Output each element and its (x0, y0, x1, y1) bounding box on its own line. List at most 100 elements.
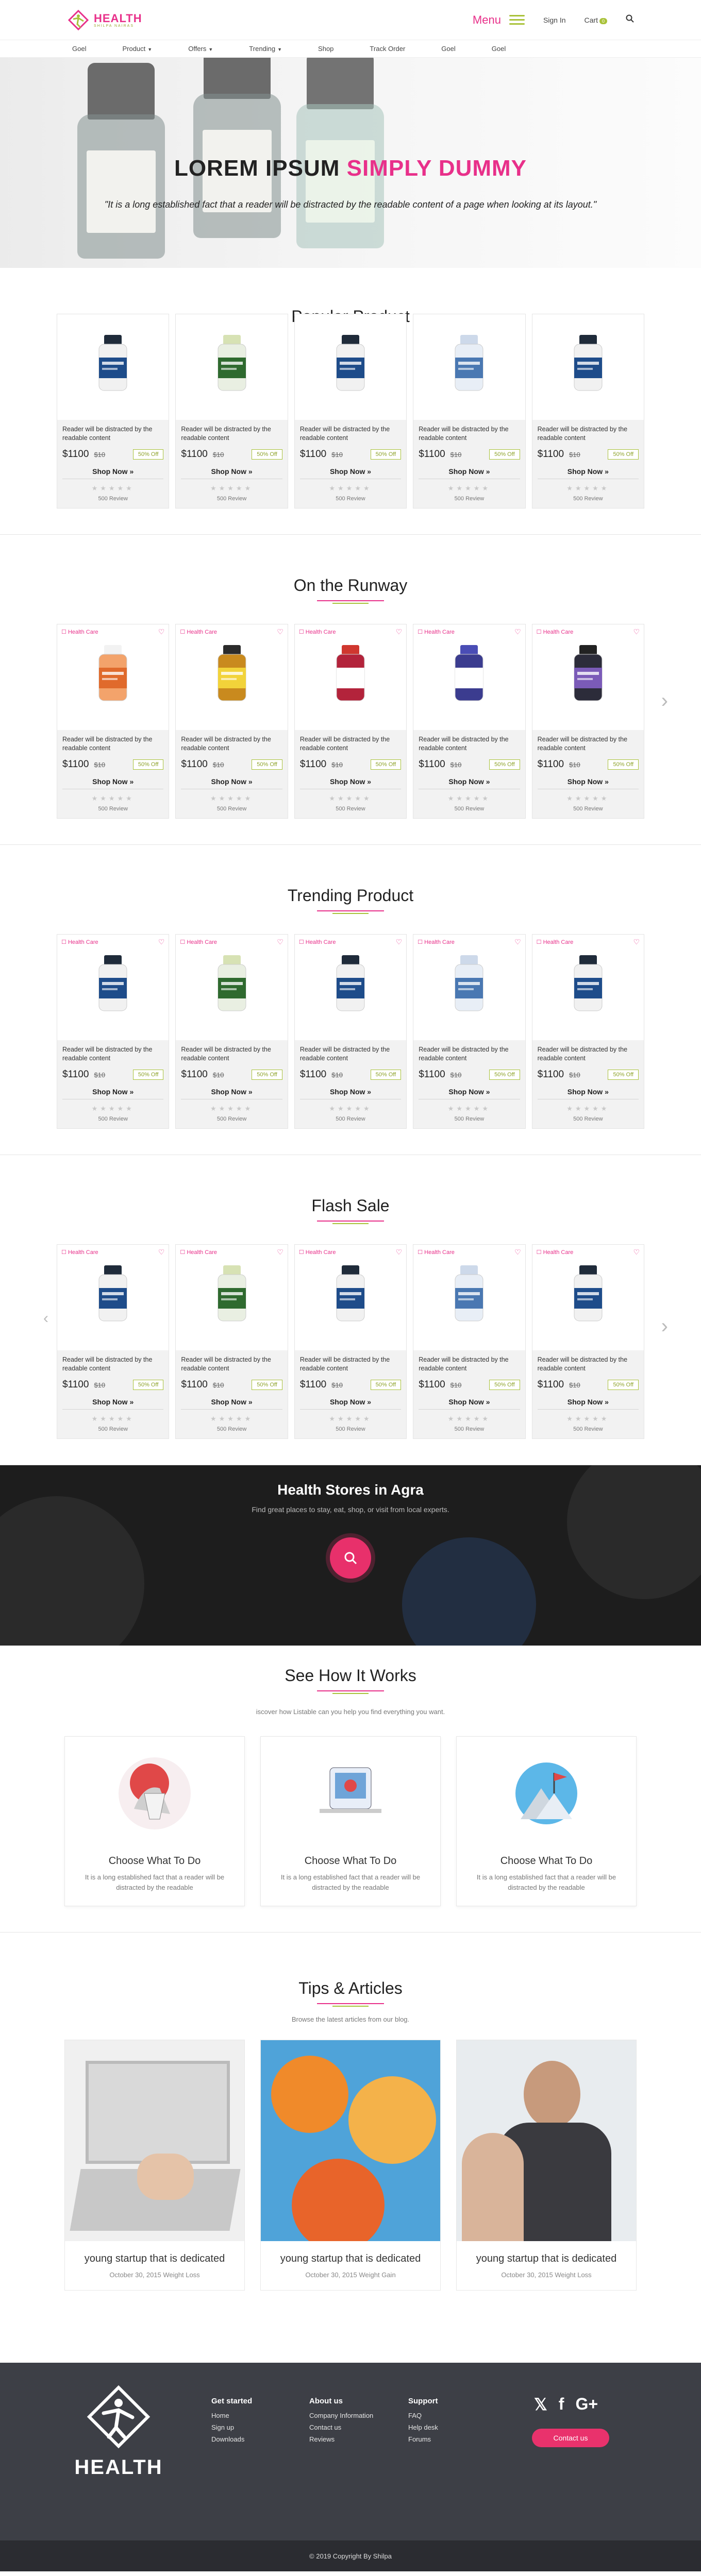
product-card[interactable]: ☐ Health Care ♡ Reader will be distracted … (531, 934, 645, 1129)
how-card[interactable]: Choose What To Do It is a long establishe… (64, 1736, 245, 1906)
article-card[interactable]: young startup that is dedicated October 3… (260, 2040, 441, 2291)
footer-link[interactable]: Home (211, 2412, 252, 2419)
product-card[interactable]: ☐ Health Care ♡ Reader will be distracted … (57, 624, 170, 819)
heart-icon[interactable]: ♡ (514, 938, 521, 946)
footer-logo[interactable]: HEALTH (67, 2383, 170, 2479)
product-card[interactable]: ☐ Health Care ♡ Reader will be distracted … (531, 1244, 645, 1439)
shop-now-button[interactable]: Shop Now » (62, 1088, 164, 1099)
product-image[interactable] (214, 645, 250, 703)
article-image[interactable] (261, 2040, 440, 2241)
product-image[interactable] (332, 645, 369, 703)
shop-now-button[interactable]: Shop Now » (181, 1088, 282, 1099)
footer-link[interactable]: FAQ (408, 2412, 438, 2419)
search-icon[interactable] (626, 14, 634, 25)
shop-now-button[interactable]: Shop Now » (419, 777, 520, 789)
product-card[interactable]: ☐ Health Care ♡ Reader will be distracted … (175, 934, 288, 1129)
heart-icon[interactable]: ♡ (158, 1248, 165, 1257)
product-card[interactable]: ☐ Health Care ♡ Reader will be distracted … (57, 1244, 170, 1439)
stores-search-button[interactable] (330, 1537, 371, 1579)
footer-link[interactable]: Help desk (408, 2424, 438, 2431)
product-image[interactable] (95, 1265, 131, 1324)
nav-item[interactable]: Track Order (370, 45, 405, 53)
product-card[interactable]: Reader will be distracted by the readabl… (175, 314, 288, 509)
shop-now-button[interactable]: Shop Now » (62, 1398, 164, 1410)
heart-icon[interactable]: ♡ (514, 628, 521, 636)
shop-now-button[interactable]: Shop Now » (419, 1088, 520, 1099)
heart-icon[interactable]: ♡ (277, 1248, 283, 1257)
product-image[interactable] (451, 645, 487, 703)
heart-icon[interactable]: ♡ (396, 628, 403, 636)
chevron-right-icon[interactable]: › (661, 1315, 668, 1338)
product-image[interactable] (214, 1265, 250, 1324)
footer-link[interactable]: Forums (408, 2435, 438, 2443)
footer-link[interactable]: Reviews (309, 2435, 373, 2443)
shop-now-button[interactable]: Shop Now » (299, 777, 402, 789)
nav-item[interactable]: Goel (72, 45, 86, 53)
product-image[interactable] (451, 335, 487, 393)
article-image[interactable] (457, 2040, 636, 2241)
chevron-left-icon[interactable]: ‹ (43, 1310, 48, 1327)
product-card[interactable]: Reader will be distracted by the readabl… (57, 314, 170, 509)
nav-item[interactable]: Goel (441, 45, 455, 53)
product-card[interactable]: Reader will be distracted by the readabl… (294, 314, 407, 509)
product-card[interactable]: ☐ Health Care ♡ Reader will be distracted … (294, 934, 407, 1129)
shop-now-button[interactable]: Shop Now » (299, 1398, 402, 1410)
product-card[interactable]: ☐ Health Care ♡ Reader will be distracted … (57, 934, 170, 1129)
shop-now-button[interactable]: Shop Now » (299, 467, 402, 479)
product-card[interactable]: ☐ Health Care ♡ Reader will be distracted … (413, 1244, 526, 1439)
shop-now-button[interactable]: Shop Now » (181, 467, 282, 479)
product-image[interactable] (214, 335, 250, 393)
product-card[interactable]: Reader will be distracted by the readabl… (531, 314, 645, 509)
product-card[interactable]: ☐ Health Care ♡ Reader will be distracted … (294, 624, 407, 819)
heart-icon[interactable]: ♡ (158, 628, 165, 636)
article-title[interactable]: young startup that is dedicated (457, 2251, 636, 2266)
shop-now-button[interactable]: Shop Now » (299, 1088, 402, 1099)
shop-now-button[interactable]: Shop Now » (537, 777, 639, 789)
heart-icon[interactable]: ♡ (514, 1248, 521, 1257)
signin-link[interactable]: Sign In (543, 16, 566, 24)
shop-now-button[interactable]: Shop Now » (537, 1088, 639, 1099)
product-image[interactable] (570, 335, 606, 393)
product-card[interactable]: Reader will be distracted by the readabl… (413, 314, 526, 509)
product-card[interactable]: ☐ Health Care ♡ Reader will be distracted … (531, 624, 645, 819)
heart-icon[interactable]: ♡ (277, 628, 283, 636)
shop-now-button[interactable]: Shop Now » (181, 777, 282, 789)
footer-link[interactable]: Downloads (211, 2435, 252, 2443)
footer-link[interactable]: Sign up (211, 2424, 252, 2431)
shop-now-button[interactable]: Shop Now » (181, 1398, 282, 1410)
logo[interactable]: HEALTH SHILPA NAIRAS (67, 9, 142, 31)
heart-icon[interactable]: ♡ (396, 938, 403, 946)
how-card[interactable]: Choose What To Do It is a long establishe… (456, 1736, 637, 1906)
shop-now-button[interactable]: Shop Now » (537, 1398, 639, 1410)
product-image[interactable] (95, 335, 131, 393)
product-card[interactable]: ☐ Health Care ♡ Reader will be distracted … (294, 1244, 407, 1439)
contact-button[interactable]: Contact us (532, 2429, 609, 2447)
nav-item[interactable]: Shop (318, 45, 333, 53)
heart-icon[interactable]: ♡ (633, 938, 640, 946)
twitter-icon[interactable]: 𝕏 (534, 2395, 547, 2414)
menu-label[interactable]: Menu (473, 13, 501, 27)
nav-item[interactable]: Trending ▼ (249, 45, 282, 53)
shop-now-button[interactable]: Shop Now » (62, 467, 164, 479)
product-image[interactable] (570, 955, 606, 1013)
nav-item[interactable]: Offers ▼ (188, 45, 213, 53)
product-image[interactable] (570, 645, 606, 703)
shop-now-button[interactable]: Shop Now » (62, 777, 164, 789)
product-image[interactable] (451, 955, 487, 1013)
product-card[interactable]: ☐ Health Care ♡ Reader will be distracted … (175, 1244, 288, 1439)
nav-item[interactable]: Goel (492, 45, 506, 53)
product-image[interactable] (570, 1265, 606, 1324)
heart-icon[interactable]: ♡ (158, 938, 165, 946)
article-title[interactable]: young startup that is dedicated (261, 2251, 440, 2266)
product-card[interactable]: ☐ Health Care ♡ Reader will be distracted … (175, 624, 288, 819)
article-title[interactable]: young startup that is dedicated (65, 2251, 244, 2266)
shop-now-button[interactable]: Shop Now » (537, 467, 639, 479)
product-card[interactable]: ☐ Health Care ♡ Reader will be distracted … (413, 934, 526, 1129)
heart-icon[interactable]: ♡ (396, 1248, 403, 1257)
product-image[interactable] (332, 1265, 369, 1324)
heart-icon[interactable]: ♡ (633, 1248, 640, 1257)
product-image[interactable] (332, 335, 369, 393)
product-image[interactable] (451, 1265, 487, 1324)
footer-link[interactable]: Company Information (309, 2412, 373, 2419)
hamburger-icon[interactable] (509, 15, 525, 25)
